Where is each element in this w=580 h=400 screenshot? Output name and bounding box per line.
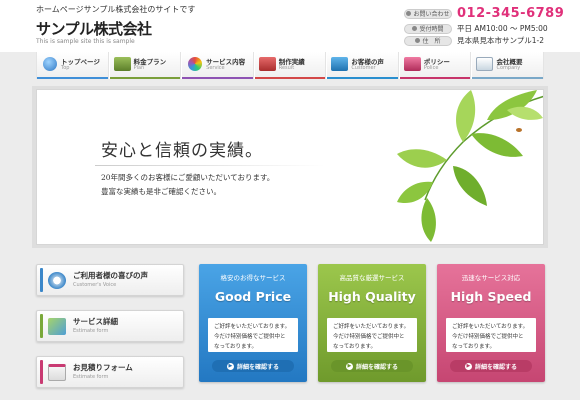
accent-bar — [40, 268, 43, 292]
site-logo[interactable]: サンプル株式会社 — [36, 18, 152, 39]
card-body: ご好評をいただいております。 今だけ特別価格でご提供中と なっております。 — [208, 318, 298, 352]
contact-card-icon — [331, 57, 349, 71]
hero-divider — [95, 165, 325, 166]
hero-banner: 安心と信頼の実績。 20年間多くのお客様にご愛顧いただいております。 豊富な実績… — [36, 89, 544, 245]
contact-label: お問い合わせ — [404, 8, 452, 19]
money-icon — [113, 57, 131, 71]
document-icon — [476, 57, 494, 71]
service-card-high-quality: 高品質な厳選サービス High Quality ご好評をいただいております。 今… — [318, 264, 426, 382]
hero-text-line: 20年間多くのお客様にご愛顧いただいております。 — [101, 173, 275, 182]
service-card-high-speed: 迅速なサービス対応 High Speed ご好評をいただいております。 今だけ特… — [437, 264, 545, 382]
arrow-right-icon: ▶ — [464, 362, 472, 370]
customer-voice-button[interactable]: ご利用者様の喜びの声 Customer's Voice — [36, 264, 184, 296]
contact-phone-row: お問い合わせ 012-345-6789 — [404, 6, 564, 21]
color-wheel-icon — [188, 57, 203, 71]
contact-label: 住 所 — [404, 35, 452, 46]
nav-item-result[interactable]: 制作実績 Result — [253, 52, 327, 79]
site-header: ホームページサンプル株式会社のサイトです サンプル株式会社 This is sa… — [0, 0, 580, 52]
nav-underline — [182, 77, 253, 79]
card-body: ご好評をいただいております。 今だけ特別価格でご提供中と なっております。 — [327, 318, 417, 352]
compass-icon — [48, 272, 66, 289]
contact-address-row: 住 所 見本県見本市サンプル1-2 — [404, 35, 544, 46]
contact-hours-row: 受付時間 平日 AM10:00 ～ PM5:00 — [404, 23, 548, 34]
card-title: High Quality — [328, 289, 416, 304]
arrow-right-icon: ▶ — [345, 362, 353, 370]
nav-item-company[interactable]: 会社概要 Company — [471, 52, 545, 79]
nav-underline — [254, 77, 326, 79]
site-logo-subtitle: This is sample site this is sample — [36, 38, 135, 45]
nav-item-policy[interactable]: ポリシー Police — [398, 52, 472, 79]
toolbox-icon — [258, 57, 276, 71]
nav-item-top[interactable]: トップページ Top — [36, 52, 109, 79]
hero-text-line: 豊富な実績も是非ご確認ください。 — [101, 187, 221, 196]
card-body: ご好評をいただいております。 今だけ特別価格でご提供中と なっております。 — [446, 318, 536, 352]
clock-icon — [412, 26, 418, 31]
address: 見本県見本市サンプル1-2 — [457, 36, 545, 45]
leaves-illustration — [397, 90, 543, 242]
service-card-good-price: 格安のお得なサービス Good Price ご好評をいただいております。 今だけ… — [199, 264, 307, 382]
nav-underline — [472, 77, 544, 79]
card-title: High Speed — [450, 289, 532, 304]
site-tagline: ホームページサンプル株式会社のサイトです — [36, 5, 196, 14]
nav-item-plan[interactable]: 料金プラン Plan — [108, 52, 182, 79]
home-icon — [415, 38, 421, 43]
nav-underline — [37, 77, 108, 79]
card-title: Good Price — [214, 289, 292, 304]
service-detail-button[interactable]: サービス詳細 Estimate form — [36, 310, 184, 342]
nav-underline — [109, 77, 181, 79]
global-nav: トップページ Top 料金プラン Plan サービス内容 Service 制作実… — [36, 52, 545, 79]
phone-number[interactable]: 012-345-6789 — [457, 6, 564, 21]
business-hours: 平日 AM10:00 ～ PM5:00 — [457, 24, 548, 33]
nav-item-service[interactable]: サービス内容 Service — [181, 52, 254, 79]
nav-underline — [327, 77, 398, 79]
nav-item-customer[interactable]: お客様の声 Customer — [326, 52, 399, 79]
contact-label: 受付時間 — [404, 23, 452, 34]
map-icon — [48, 318, 66, 335]
accent-bar — [40, 314, 43, 338]
accent-bar — [40, 360, 43, 384]
notepad-icon — [48, 364, 66, 381]
detail-button[interactable]: ▶ 詳細を確認する — [331, 360, 413, 372]
nav-underline — [399, 77, 471, 79]
detail-button[interactable]: ▶ 詳細を確認する — [450, 360, 532, 372]
detail-button[interactable]: ▶ 詳細を確認する — [212, 360, 294, 372]
arrow-right-icon: ▶ — [226, 362, 234, 370]
phone-icon — [406, 11, 412, 16]
policy-card-icon — [403, 57, 421, 71]
estimate-form-button[interactable]: お見積りフォーム Estimate form — [36, 356, 184, 388]
hero-title: 安心と信頼の実績。 — [101, 141, 263, 161]
globe-icon — [43, 57, 57, 71]
